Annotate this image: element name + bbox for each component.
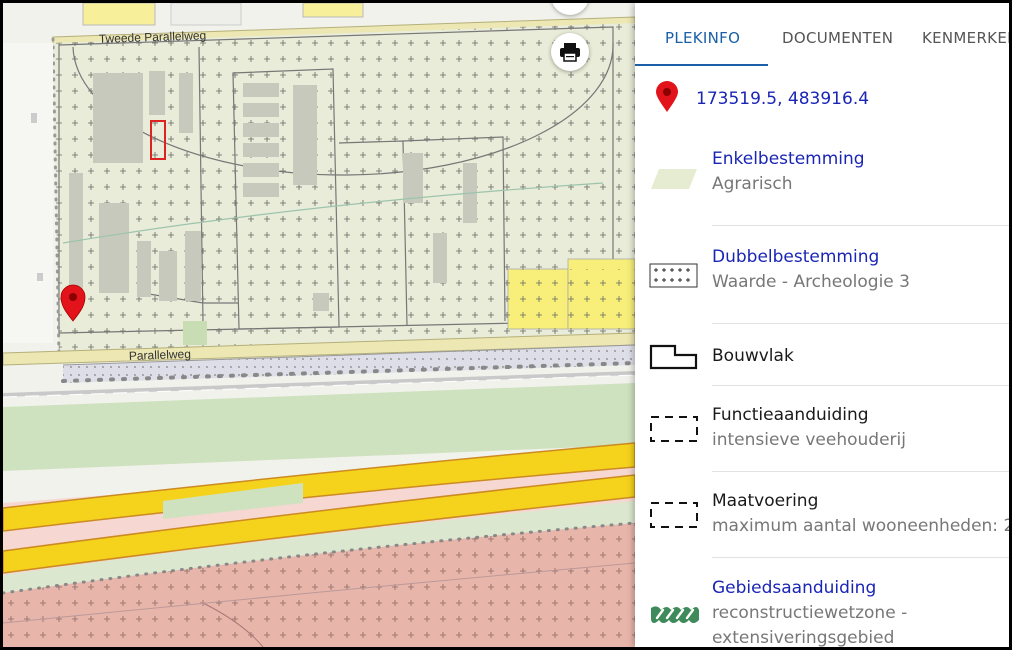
map-marker-icon (656, 81, 678, 112)
legend-title: Functieaanduiding (712, 405, 869, 425)
legend-value-line2: extensiveringsgebied (712, 628, 895, 647)
crosshatch-icon (649, 263, 698, 288)
tab-bar: PLEKINFO DOCUMENTEN KENMERKEN (635, 3, 1009, 67)
legend-title[interactable]: Gebiedsaanduiding (712, 578, 876, 598)
legend-row-dubbelbestemming: Dubbelbestemming Waarde - Archeologie 3 (635, 241, 1009, 324)
legend-value: reconstructiewetzone - (712, 603, 908, 623)
agrarisch-fill-icon (651, 169, 697, 189)
legend-value: Waarde - Archeologie 3 (712, 272, 910, 292)
legend-title: Bouwvlak (712, 346, 794, 366)
legend-row-functieaanduiding: Functieaanduiding intensieve veehouderij (635, 399, 1009, 472)
map-view[interactable]: Tweede Parallelweg Parallelweg (3, 3, 635, 647)
tab-kenmerken[interactable]: KENMERKEN (922, 29, 1009, 47)
coordinates-link[interactable]: 173519.5, 483916.4 (696, 89, 869, 109)
legend-value: Agrarisch (712, 174, 793, 194)
legend-value: maximum aantal wooneenheden: 2 (712, 516, 1009, 536)
active-tab-indicator (635, 64, 768, 66)
coordinates-row: 173519.5, 483916.4 (635, 81, 1009, 121)
bouwvlak-outline-icon (649, 344, 698, 370)
zigzag-zone-icon (651, 606, 699, 623)
legend-row-enkelbestemming: Enkelbestemming Agrarisch (635, 143, 1009, 226)
legend-title: Maatvoering (712, 491, 819, 511)
legend-row-gebiedsaanduiding: Gebiedsaanduiding reconstructiewetzone -… (635, 572, 1009, 647)
dashed-box-icon (650, 502, 698, 528)
printer-icon (560, 43, 580, 62)
tab-plekinfo[interactable]: PLEKINFO (665, 29, 740, 47)
legend-row-bouwvlak: Bouwvlak (635, 323, 1009, 386)
app-frame: Tweede Parallelweg Parallelweg PLEKINFO (3, 3, 1009, 647)
info-panel: PLEKINFO DOCUMENTEN KENMERKEN 173519.5, … (635, 3, 1009, 647)
legend-row-maatvoering: Maatvoering maximum aantal wooneenheden:… (635, 485, 1009, 558)
legend-title[interactable]: Enkelbestemming (712, 149, 865, 169)
legend-value: intensieve veehouderij (712, 430, 906, 450)
legend-title[interactable]: Dubbelbestemming (712, 247, 879, 267)
tab-documenten[interactable]: DOCUMENTEN (782, 29, 893, 47)
street-label-parallelweg: Parallelweg (129, 347, 191, 363)
dashed-box-icon (650, 416, 698, 442)
print-button[interactable] (551, 33, 589, 71)
